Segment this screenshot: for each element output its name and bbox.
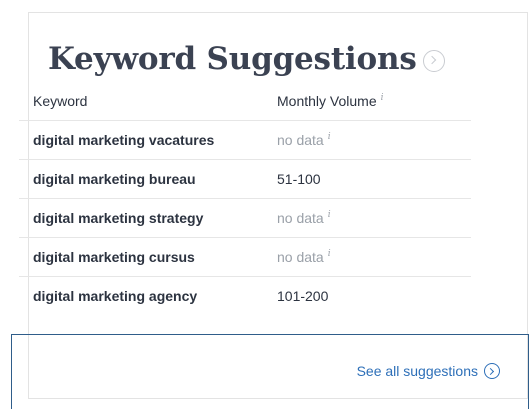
volume-cell: 101-200	[277, 288, 471, 304]
volume-value: no data	[277, 249, 324, 265]
volume-cell: no data i	[277, 249, 471, 265]
info-icon[interactable]: i	[381, 93, 384, 103]
keyword-cell: digital marketing agency	[33, 288, 198, 304]
card-header: Keyword Suggestions	[48, 41, 445, 77]
volume-cell: no data i	[277, 132, 471, 148]
card-title: Keyword Suggestions	[48, 41, 417, 77]
volume-value: no data	[277, 132, 324, 148]
keyword-table: Keyword Monthly Volume i digital marketin…	[19, 82, 471, 315]
volume-value: 51-100	[277, 171, 321, 187]
volume-cell: no data i	[277, 210, 471, 226]
info-icon[interactable]: i	[328, 210, 331, 220]
chevron-right-circle-icon[interactable]	[484, 363, 500, 379]
table-header-row: Keyword Monthly Volume i	[19, 82, 471, 121]
chevron-right-circle-icon[interactable]	[422, 50, 445, 72]
info-icon[interactable]: i	[328, 132, 331, 142]
see-all-suggestions-link[interactable]: See all suggestions	[357, 363, 500, 379]
see-all-label[interactable]: See all suggestions	[357, 363, 478, 379]
volume-value: no data	[277, 210, 324, 226]
info-icon[interactable]: i	[328, 249, 331, 259]
column-header-volume-label: Monthly Volume	[277, 93, 377, 109]
keyword-cell: digital marketing strategy	[33, 210, 204, 226]
table-row: digital marketing vacatures no data i	[19, 121, 471, 160]
keyword-cell: digital marketing vacatures	[33, 132, 215, 148]
keyword-cell: digital marketing cursus	[33, 249, 195, 265]
table-row: digital marketing agency 101-200	[19, 277, 471, 315]
column-header-keyword: Keyword	[33, 93, 88, 109]
table-row: digital marketing cursus no data i	[19, 238, 471, 277]
volume-cell: 51-100	[277, 171, 471, 187]
keyword-cell: digital marketing bureau	[33, 171, 196, 187]
table-row: digital marketing bureau 51-100	[19, 160, 471, 199]
volume-value: 101-200	[277, 288, 329, 304]
table-row: digital marketing strategy no data i	[19, 199, 471, 238]
column-header-volume: Monthly Volume i	[277, 93, 471, 109]
